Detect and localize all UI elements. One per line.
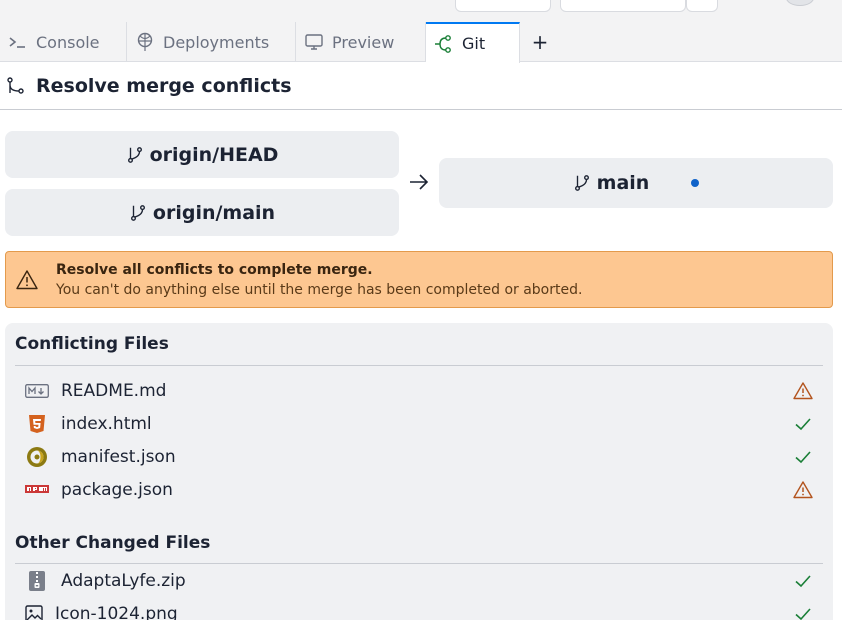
image-icon (25, 603, 43, 620)
incoming-branch-origin-head: origin/HEAD (5, 131, 399, 178)
avatar[interactable] (786, 0, 814, 6)
file-name: package.json (61, 479, 173, 500)
merge-icon (7, 76, 24, 94)
tab-preview[interactable]: Preview (296, 22, 426, 62)
other-changed-files-heading: Other Changed Files (15, 522, 823, 564)
file-row-adaptalyfe-zip[interactable]: AdaptaLyfe.zip (15, 564, 823, 597)
check-icon (795, 574, 811, 587)
console-icon (9, 37, 25, 48)
markdown-icon (25, 380, 49, 402)
branch-name: origin/HEAD (149, 143, 279, 166)
branch-name: origin/main (152, 201, 276, 224)
monitor-icon (305, 34, 323, 50)
tab-label: Git (462, 34, 486, 53)
warning-icon (793, 480, 813, 498)
file-name: AdaptaLyfe.zip (61, 570, 186, 591)
page-title: Resolve merge conflicts (36, 74, 292, 97)
toolbar-control[interactable] (455, 0, 551, 12)
target-branch-main: main (439, 158, 833, 208)
conflicting-files-heading: Conflicting Files (15, 323, 823, 366)
incoming-branch-origin-main: origin/main (5, 189, 399, 236)
warning-icon (793, 381, 813, 399)
check-icon (795, 450, 811, 463)
warning-icon (16, 269, 38, 289)
branch-icon (127, 146, 142, 163)
file-name: manifest.json (61, 446, 176, 467)
tab-label: Preview (332, 32, 395, 52)
html5-icon (25, 413, 49, 435)
file-row-package-json[interactable]: package.json (15, 473, 823, 506)
tab-console[interactable]: Console (0, 22, 127, 62)
files-panel: Conflicting Files README.md index.html m… (5, 323, 833, 620)
tab-deployments[interactable]: Deployments (127, 22, 296, 62)
npm-icon (25, 479, 49, 501)
git-icon (435, 34, 451, 53)
file-row-manifest-json[interactable]: manifest.json (15, 440, 823, 473)
arrow-right-icon (410, 174, 429, 190)
branch-icon (130, 204, 145, 221)
deployments-icon (137, 32, 153, 51)
zip-icon (25, 570, 49, 592)
branch-name: main (596, 172, 650, 194)
status-indicator-dot (691, 179, 700, 187)
file-row-readme[interactable]: README.md (15, 374, 823, 407)
warning-title: Resolve all conflicts to complete merge. (56, 261, 373, 278)
top-toolbar-strip (0, 0, 842, 22)
file-name: README.md (61, 380, 167, 401)
check-icon (795, 607, 811, 620)
toolbar-control[interactable] (560, 0, 686, 12)
file-name: Icon-1024.png (55, 603, 178, 620)
tab-label: Console (36, 32, 100, 52)
branch-icon (574, 175, 589, 191)
tab-label: Deployments (163, 32, 270, 52)
file-row-index-html[interactable]: index.html (15, 407, 823, 440)
warning-body: You can't do anything else until the mer… (56, 281, 583, 298)
file-name: index.html (61, 413, 152, 434)
file-row-icon-png[interactable]: Icon-1024.png (15, 597, 823, 620)
json-icon (25, 446, 49, 468)
check-icon (795, 417, 811, 430)
toolbar-control[interactable] (686, 0, 718, 12)
merge-warning-banner: Resolve all conflicts to complete merge.… (5, 251, 833, 308)
page-header: Resolve merge conflicts (0, 62, 842, 110)
tab-bar: Console Deployments Preview Git + (0, 22, 842, 63)
tab-git[interactable]: Git (426, 22, 520, 63)
add-tab-button[interactable]: + (520, 22, 560, 62)
